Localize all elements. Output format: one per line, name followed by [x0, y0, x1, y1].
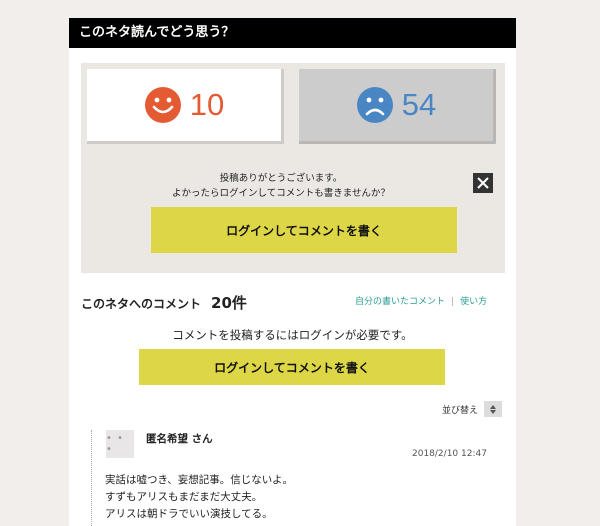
- thanks-message: 投稿ありがとうございます。 よかったらログインしてコメントも書きませんか？: [81, 171, 481, 201]
- panel-title: このネタ読んでどう思う？: [69, 18, 516, 48]
- sort-control[interactable]: 並び替え: [442, 401, 503, 417]
- good-vote-button[interactable]: 10: [87, 69, 284, 144]
- avatar: • • •: [106, 430, 134, 458]
- sort-label: 並び替え: [442, 405, 479, 416]
- vote-area: 10 54 投稿ありがとうございます。 よかったらログインしてコメントも書きませ…: [81, 63, 505, 273]
- login-required-text: コメントを投稿するにはログインが必要です。: [172, 328, 413, 342]
- comment-date: 2018/2/10 12:47: [412, 449, 487, 459]
- sort-arrows-icon[interactable]: [484, 401, 503, 417]
- vote-panel: このネタ読んでどう思う？ 10 54 投稿ありがとうございます。 よかったらログ…: [69, 18, 516, 526]
- comment-author: 匿名希望 さん: [146, 433, 213, 445]
- comment-item: • • • 匿名希望 さん 2018/2/10 12:47 実話は嘘つき、妄想記…: [91, 430, 501, 526]
- close-icon: [477, 177, 489, 189]
- login-comment-button[interactable]: ログインしてコメントを書く: [151, 207, 457, 253]
- good-count: 10: [189, 87, 225, 122]
- thanks-line-1: 投稿ありがとうございます。: [219, 173, 343, 184]
- comments-heading: このネタへのコメント 20件: [81, 292, 247, 313]
- comment-body: 実話は嘘つき、妄想記事。信じないよ。 すずもアリスもまだまだ大丈夫。 アリスは朝…: [105, 474, 294, 520]
- comment-links: 自分の書いたコメント | 使い方: [355, 294, 487, 307]
- frown-icon: [356, 87, 393, 123]
- smile-icon: [144, 87, 181, 123]
- howto-link[interactable]: 使い方: [460, 297, 487, 307]
- comments-title: このネタへのコメント: [81, 297, 202, 311]
- link-separator: |: [451, 297, 455, 307]
- comments-count: 20件: [211, 294, 247, 312]
- bad-vote-button[interactable]: 54: [299, 69, 496, 144]
- login-comment-button-2[interactable]: ログインしてコメントを書く: [139, 349, 445, 385]
- my-comments-link[interactable]: 自分の書いたコメント: [355, 297, 445, 307]
- close-button[interactable]: [473, 173, 493, 193]
- thanks-line-2: よかったらログインしてコメントも書きませんか？: [172, 188, 390, 199]
- bad-count: 54: [401, 87, 437, 122]
